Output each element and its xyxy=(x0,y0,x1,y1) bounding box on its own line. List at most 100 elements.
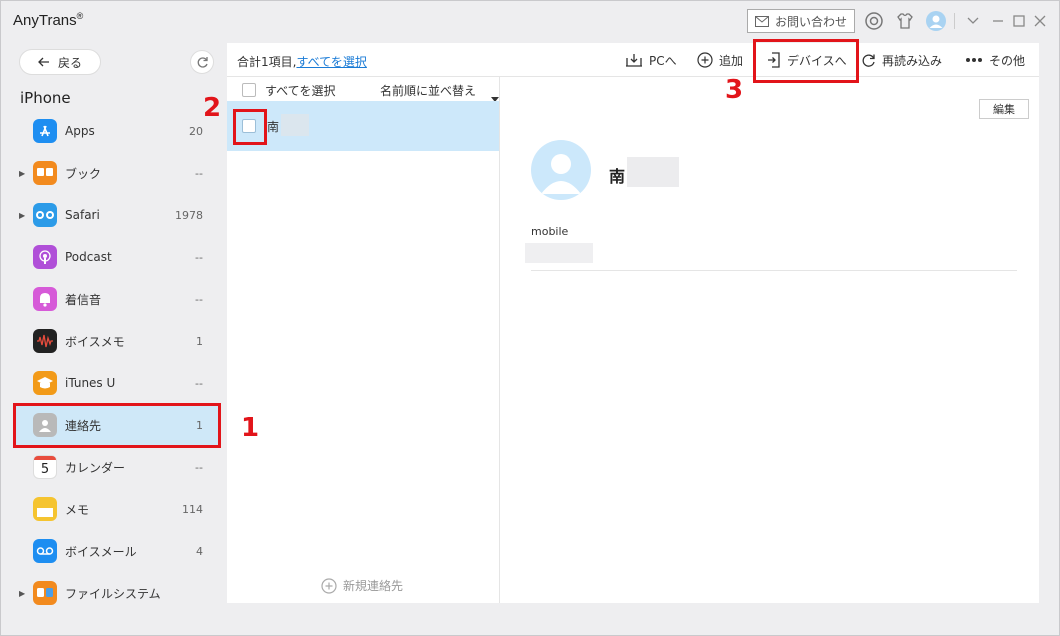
sidebar-item-count: -- xyxy=(195,376,203,390)
title-bar: AnyTrans® お問い合わせ xyxy=(1,1,1059,41)
to-pc-label: PCへ xyxy=(649,53,677,68)
contact-list-pane: すべてを選択 名前順に並べ替える 南 新規連絡先 xyxy=(227,77,500,603)
maximize-icon[interactable] xyxy=(1012,14,1026,28)
step-number-3: 3 xyxy=(725,75,744,105)
close-icon[interactable] xyxy=(1033,14,1047,28)
app-title: AnyTrans® xyxy=(13,11,83,29)
user-account-icon[interactable] xyxy=(926,11,946,31)
back-label: 戻る xyxy=(57,55,82,70)
sidebar-item-count: -- xyxy=(195,166,203,180)
mobile-field-label: mobile xyxy=(531,225,569,238)
to-pc-button[interactable]: PCへ xyxy=(625,51,677,69)
edit-button[interactable]: 編集 xyxy=(979,99,1029,119)
podcast-icon xyxy=(33,245,57,269)
app-store-icon xyxy=(33,119,57,143)
chevron-down-icon[interactable] xyxy=(966,14,980,28)
expand-arrow-icon[interactable]: ▶ xyxy=(19,211,25,220)
sidebar-item[interactable]: ▶ Safari 1978 xyxy=(13,195,219,235)
more-dots-icon xyxy=(966,58,982,62)
more-button[interactable]: その他 xyxy=(965,51,1025,69)
list-header: すべてを選択 名前順に並べ替える xyxy=(227,77,499,115)
sidebar-item[interactable]: ▶ ブック -- xyxy=(13,153,219,193)
sidebar-item[interactable]: ボイスメモ 1 xyxy=(13,321,219,361)
sidebar-item-count: 114 xyxy=(182,502,203,516)
sidebar-item-count: 4 xyxy=(196,544,203,558)
step-number-1: 1 xyxy=(241,413,260,443)
contact-us-label: お問い合わせ xyxy=(774,14,847,29)
sidebar-item-label: Apps xyxy=(65,124,95,138)
sidebar-item-count: -- xyxy=(195,292,203,306)
sidebar-item[interactable]: ▶ ファイルシステム xyxy=(13,573,219,613)
select-all-link[interactable]: すべてを選択 xyxy=(296,55,366,69)
arrow-left-icon xyxy=(38,57,49,67)
contact-name: 南 xyxy=(267,120,280,134)
item-summary: 合計1項目,すべてを選択 xyxy=(237,53,367,70)
sidebar-item[interactable]: 着信音 -- xyxy=(13,279,219,319)
person-icon xyxy=(541,154,581,194)
sidebar-item-label: iTunes U xyxy=(65,376,116,390)
app-window: AnyTrans® お問い合わせ 戻る iPhone Apps 20 ▶ ブック -- ▶… xyxy=(0,0,1060,636)
device-name: iPhone xyxy=(20,89,71,107)
calendar-day: 5 xyxy=(40,461,50,477)
plus-circle-icon xyxy=(321,577,337,594)
sidebar-item-label: Safari xyxy=(65,208,100,222)
contact-list-row[interactable]: 南 xyxy=(227,101,499,151)
sidebar-item-label: ボイスメール xyxy=(65,544,137,559)
voicemail-icon xyxy=(33,539,57,563)
registered-mark: ® xyxy=(76,11,84,21)
highlight-box-checkbox xyxy=(233,109,267,145)
sidebar-item[interactable]: 5 カレンダー -- xyxy=(13,447,219,487)
contact-us-button[interactable]: お問い合わせ xyxy=(747,9,855,33)
itunes-u-icon xyxy=(33,371,57,395)
sidebar-item-label: ブック xyxy=(65,166,102,181)
sidebar-item-label: メモ xyxy=(65,502,90,517)
sidebar-item-count: -- xyxy=(195,460,203,474)
sidebar-item-label: ファイルシステム xyxy=(65,586,161,601)
reload-button[interactable]: 再読み込み xyxy=(861,51,942,69)
sidebar-item-label: 着信音 xyxy=(65,292,102,307)
back-button[interactable]: 戻る xyxy=(19,49,101,75)
blurred-phone-number xyxy=(525,243,593,263)
plus-circle-icon xyxy=(697,52,713,68)
main-toolbar: 合計1項目,すべてを選択 PCへ 追加 デバイスへ 再読み込み その他 xyxy=(227,43,1039,77)
contact-avatar xyxy=(531,140,591,200)
skin-shirt-icon[interactable] xyxy=(896,12,914,30)
contact-detail-pane: 編集 南 mobile xyxy=(501,77,1039,603)
voice-memo-icon xyxy=(33,329,57,353)
notes-icon xyxy=(33,497,57,521)
sidebar-item-count: -- xyxy=(195,250,203,264)
sidebar-item-label: カレンダー xyxy=(65,460,126,475)
add-button[interactable]: 追加 xyxy=(697,51,743,69)
feedback-icon[interactable] xyxy=(865,12,883,30)
title-divider xyxy=(954,13,955,29)
file-system-icon xyxy=(33,581,57,605)
item-count-text: 合計1項目, xyxy=(237,55,297,69)
refresh-icon xyxy=(197,56,208,68)
sidebar-item[interactable]: メモ 114 xyxy=(13,489,219,529)
reload-icon xyxy=(862,53,875,67)
sidebar-item[interactable]: ボイスメール 4 xyxy=(13,531,219,571)
sidebar-item-label: ボイスメモ xyxy=(65,334,125,349)
detail-divider xyxy=(531,270,1017,271)
sidebar-item[interactable]: iTunes U -- xyxy=(13,363,219,403)
sidebar-item[interactable]: Apps 20 xyxy=(13,111,219,151)
select-all-label: すべてを選択 xyxy=(265,84,336,98)
reload-label: 再読み込み xyxy=(882,53,943,68)
blurred-name xyxy=(281,114,309,136)
more-label: その他 xyxy=(989,53,1026,68)
minimize-icon[interactable] xyxy=(991,14,1005,28)
highlight-box-contacts xyxy=(13,403,221,448)
step-number-2: 2 xyxy=(203,93,222,123)
sidebar-item[interactable]: Podcast -- xyxy=(13,237,219,277)
refresh-device-button[interactable] xyxy=(190,50,214,74)
books-icon xyxy=(33,161,57,185)
sidebar-item-label: Podcast xyxy=(65,250,112,264)
new-contact-button[interactable]: 新規連絡先 xyxy=(321,577,403,594)
calendar-header-bar xyxy=(34,456,56,460)
select-all-checkbox[interactable] xyxy=(242,83,256,97)
highlight-box-to-device xyxy=(753,39,859,83)
expand-arrow-icon[interactable]: ▶ xyxy=(19,589,25,598)
expand-arrow-icon[interactable]: ▶ xyxy=(19,169,25,178)
main-panel: 合計1項目,すべてを選択 PCへ 追加 デバイスへ 再読み込み その他 すべてを… xyxy=(227,43,1039,603)
sidebar-item-count: 1 xyxy=(196,334,203,348)
